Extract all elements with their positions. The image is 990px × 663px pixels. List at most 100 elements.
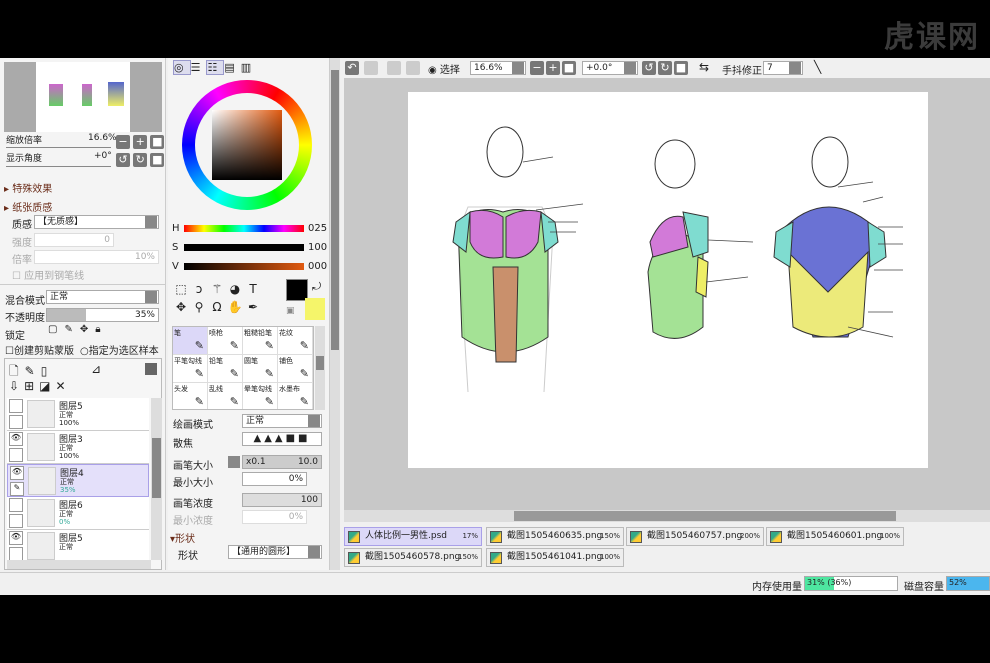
- s-slider[interactable]: [184, 244, 304, 251]
- delete-layer-icon[interactable]: ✕: [55, 379, 70, 393]
- zoom-in-button[interactable]: +: [133, 135, 148, 149]
- paper-texture-section[interactable]: ▸ 纸张质感: [4, 199, 52, 214]
- toolbar-zoom-reset-button[interactable]: ■: [562, 61, 576, 75]
- flip-horizontal-icon[interactable]: ⇆: [699, 60, 709, 74]
- canvas-area[interactable]: [344, 78, 990, 510]
- sv-square[interactable]: [212, 110, 282, 180]
- color-wheel-tab-icon[interactable]: ◎: [173, 60, 191, 75]
- toolbar-zoom-out-button[interactable]: −: [530, 61, 544, 75]
- toolbar-rotate-right-button[interactable]: ↻: [658, 61, 672, 75]
- undo-button[interactable]: ↶: [345, 61, 359, 75]
- brush-size-slider[interactable]: x0.1 10.0: [242, 455, 322, 469]
- layer-row[interactable]: 👁︎ 图层5 正常: [7, 530, 149, 560]
- brush-scrollbar[interactable]: [315, 326, 325, 410]
- opacity-slider[interactable]: 35%: [46, 308, 159, 322]
- special-effects-section[interactable]: ▸ 特殊效果: [4, 180, 52, 195]
- brush-slot[interactable]: 铺色 ✎: [278, 355, 313, 383]
- clipping-mask-checkbox[interactable]: ☐创建剪贴蒙版: [5, 342, 74, 357]
- move-icon[interactable]: ✥: [172, 298, 190, 316]
- shape-section[interactable]: ▾形状: [170, 530, 195, 545]
- hue-wheel[interactable]: [182, 80, 312, 210]
- zoom-out-button[interactable]: −: [116, 135, 130, 149]
- rotate-right-button[interactable]: ↻: [133, 153, 148, 167]
- lock-all-icon[interactable]: 🔒︎: [95, 324, 107, 335]
- swap-colors-icon[interactable]: ⤾: [312, 280, 321, 294]
- texture-select[interactable]: 【无质感】: [34, 215, 159, 229]
- brush-slot[interactable]: 圆笔 ✎: [243, 355, 278, 383]
- toolbar-rotate-left-button[interactable]: ↺: [642, 61, 656, 75]
- brush-slot[interactable]: 喷枪 ✎: [208, 327, 243, 355]
- strength-field[interactable]: 0: [34, 233, 114, 247]
- scratchpad-tab-icon[interactable]: ▥: [241, 61, 257, 74]
- brush-slot[interactable]: 平笔勾线 ✎: [173, 355, 208, 383]
- layer-edit-toggle[interactable]: [9, 547, 23, 560]
- layer-row[interactable]: 图层6 正常 0%: [7, 497, 149, 530]
- density-slider[interactable]: 100: [242, 493, 322, 507]
- brush-slot[interactable]: 晕笔勾线 ✎: [243, 383, 278, 409]
- zoom-reset-button[interactable]: ■: [150, 135, 165, 149]
- layer-edit-toggle[interactable]: [9, 415, 23, 429]
- hsv-slider-tab-icon[interactable]: ☷: [206, 60, 225, 75]
- eye-icon[interactable]: 👁︎: [10, 466, 24, 480]
- new-linework-layer-icon[interactable]: ✎: [25, 364, 41, 378]
- stabilizer-select[interactable]: 7: [763, 61, 803, 75]
- rect-select-icon[interactable]: ⬚: [172, 280, 190, 298]
- eyedropper-icon[interactable]: ✒: [244, 298, 262, 316]
- pencil-icon[interactable]: ✎: [10, 482, 24, 496]
- add-layer-icon[interactable]: ⊞: [24, 379, 39, 393]
- clear-layer-icon[interactable]: ◪: [39, 379, 55, 393]
- min-size-field[interactable]: 0%: [242, 472, 307, 486]
- navigator-preview[interactable]: [4, 62, 162, 132]
- document-tab[interactable]: 截图1505460578.png 150%: [344, 548, 482, 567]
- selection-visibility-toggle[interactable]: ◉ 选择: [428, 61, 460, 76]
- toolbar-zoom-in-button[interactable]: +: [546, 61, 560, 75]
- angle-slider[interactable]: [6, 166, 111, 167]
- invert-selection-button[interactable]: [406, 61, 420, 75]
- visibility-toggle[interactable]: [9, 498, 23, 512]
- document-tab[interactable]: 人体比例一男性.psd 17%: [344, 527, 482, 546]
- rotate-tool-icon[interactable]: Ω: [208, 298, 226, 316]
- min-density-field[interactable]: 0%: [242, 510, 307, 524]
- secondary-color-swatch[interactable]: [305, 298, 325, 320]
- brush-slot[interactable]: 头发 ✎: [173, 383, 208, 409]
- angle-select[interactable]: +0.0°: [582, 61, 638, 75]
- new-folder-icon[interactable]: ▯: [41, 364, 54, 378]
- layer-row[interactable]: 👁︎ 图层3 正常 100%: [7, 431, 149, 464]
- brush-slot[interactable]: 水墨布 ✎: [278, 383, 313, 409]
- lasso-icon[interactable]: ↄ: [190, 280, 208, 298]
- layer-edit-toggle[interactable]: [9, 514, 23, 528]
- zoom-slider[interactable]: [6, 147, 111, 148]
- lock-move-icon[interactable]: ✥: [80, 324, 95, 335]
- draw-mode-select[interactable]: 正常: [242, 414, 322, 428]
- hand-tool-icon[interactable]: ✋: [226, 298, 244, 316]
- document-tab[interactable]: 截图1505460635.png 150%: [486, 527, 624, 546]
- v-slider[interactable]: [184, 263, 304, 270]
- visibility-toggle[interactable]: [9, 399, 23, 413]
- layer-scrollbar[interactable]: [151, 398, 162, 560]
- text-tool-icon[interactable]: T: [244, 280, 262, 298]
- magic-wand-icon[interactable]: ⚚: [208, 280, 226, 298]
- selection-source-radio[interactable]: ○指定为选区样本: [80, 342, 159, 357]
- layer-options-icon[interactable]: ⊿: [91, 362, 101, 376]
- deselect-button[interactable]: [387, 61, 401, 75]
- brush-slot[interactable]: 粗糙铅笔 ✎: [243, 327, 278, 355]
- toolbar-rotate-reset-button[interactable]: ■: [674, 61, 688, 75]
- layer-row[interactable]: 图层5 正常 100%: [7, 398, 149, 431]
- eye-icon[interactable]: 👁︎: [9, 531, 23, 545]
- canvas-hscrollbar[interactable]: [344, 510, 990, 522]
- transparent-color-icon[interactable]: ▣: [286, 306, 295, 316]
- brush-slot[interactable]: 花纹 ✎: [278, 327, 313, 355]
- h-slider[interactable]: [184, 225, 304, 232]
- document-tab[interactable]: 截图1505460601.png 100%: [766, 527, 904, 546]
- rotate-reset-button[interactable]: ■: [150, 153, 165, 167]
- zoom-select[interactable]: 16.6%: [470, 61, 526, 75]
- document-tab[interactable]: 截图1505461041.png 100%: [486, 548, 624, 567]
- artwork-canvas[interactable]: [408, 92, 928, 468]
- redo-button[interactable]: [364, 61, 378, 75]
- rotate-left-button[interactable]: ↺: [116, 153, 130, 167]
- pressure-curve-icon[interactable]: ╲: [814, 60, 821, 74]
- size-range-dropdown[interactable]: [228, 456, 240, 468]
- edge-hardness-selector[interactable]: ▲▲▲■■: [242, 432, 322, 446]
- lock-transparency-icon[interactable]: ▢: [48, 324, 64, 335]
- merge-down-icon[interactable]: ⇩: [9, 379, 24, 393]
